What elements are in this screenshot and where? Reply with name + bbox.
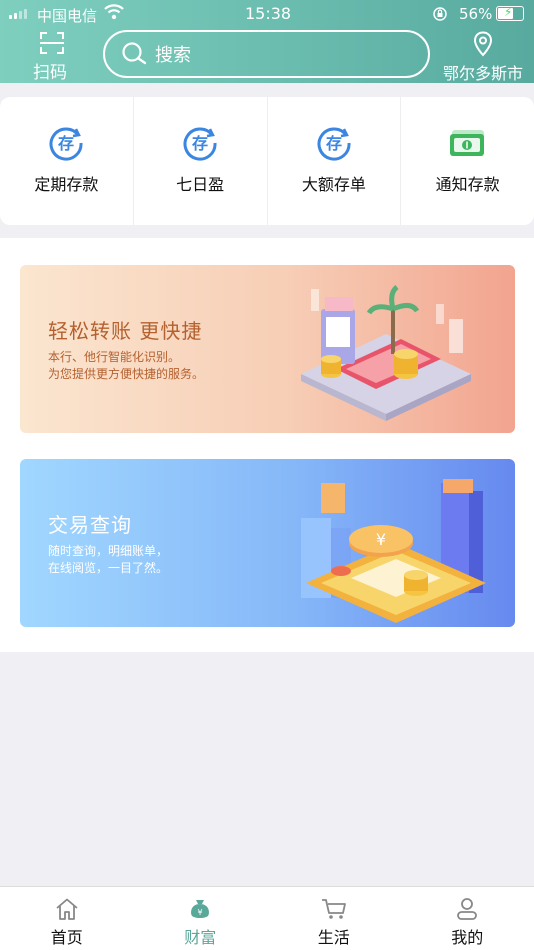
tab-wealth[interactable]: ¥ 财富: [134, 887, 268, 950]
svg-text:存: 存: [58, 134, 74, 153]
status-bar: 中国电信 15:38 56% ⚡: [0, 0, 534, 28]
quick-item-label: 通知存款: [435, 175, 500, 194]
transfer-illustration: [301, 285, 471, 421]
bottom-tab-bar: 首页 ¥ 财富 生活 我的: [0, 886, 534, 950]
svg-text:¥: ¥: [198, 908, 203, 917]
location-button[interactable]: 鄂尔多斯市: [438, 31, 528, 84]
battery-percent: 56%: [459, 5, 493, 23]
banner-subtitle-line: 本行、他行智能化识别。: [48, 350, 181, 364]
banner-subtitle: 本行、他行智能化识别。 为您提供更方便快捷的服务。: [48, 349, 204, 383]
tab-label: 财富: [184, 928, 217, 947]
quick-item-notice-deposit[interactable]: 通知存款: [401, 97, 534, 225]
deposit-icon: 存: [183, 127, 217, 161]
rotation-lock-icon: [433, 7, 447, 21]
banner-subtitle: 随时查询，明细账单， 在线阅览，一目了然。: [48, 543, 168, 577]
tab-label: 首页: [50, 928, 83, 947]
banner-title: 轻松转账 更快捷: [48, 319, 203, 343]
quick-item-large-deposit[interactable]: 存 大额存单: [268, 97, 402, 225]
deposit-icon: 存: [49, 127, 83, 161]
tab-label: 生活: [317, 928, 350, 947]
deposit-icon: 存: [317, 127, 351, 161]
banner-subtitle-line: 在线阅览，一目了然。: [48, 561, 169, 575]
banner-subtitle-line: 为您提供更方便快捷的服务。: [48, 367, 205, 381]
tab-mine[interactable]: 我的: [401, 887, 534, 950]
tab-label: 我的: [451, 928, 484, 947]
quick-menu: 存 定期存款 存 七日盈 存 大额存单 通知存款: [0, 97, 534, 225]
cart-icon: [321, 899, 346, 919]
scan-label: 扫码: [33, 63, 67, 83]
search-icon: [122, 42, 147, 65]
svg-text:¥: ¥: [376, 530, 386, 549]
svg-text:存: 存: [192, 134, 208, 153]
tab-home[interactable]: 首页: [0, 887, 134, 950]
scan-icon: [40, 32, 64, 54]
transaction-query-banner[interactable]: 交易查询 随时查询，明细账单， 在线阅览，一目了然。 ¥: [20, 459, 515, 627]
quick-item-label: 大额存单: [301, 175, 366, 194]
money-bag-icon: ¥: [191, 900, 210, 918]
banner-title: 交易查询: [48, 513, 132, 537]
quick-item-fixed-deposit[interactable]: 存 定期存款: [0, 97, 134, 225]
cash-icon: [449, 130, 484, 156]
transfer-banner[interactable]: 轻松转账 更快捷 本行、他行智能化识别。 为您提供更方便快捷的服务。: [20, 265, 515, 433]
promo-section: 轻松转账 更快捷 本行、他行智能化识别。 为您提供更方便快捷的服务。 交易查询 …: [0, 238, 534, 652]
quick-item-seven-day[interactable]: 存 七日盈: [134, 97, 268, 225]
carrier-name: 中国电信: [37, 7, 98, 25]
location-city: 鄂尔多斯市: [442, 64, 523, 83]
search-placeholder: 搜索: [155, 45, 191, 66]
quick-item-label: 七日盈: [176, 175, 225, 194]
query-illustration: ¥: [301, 479, 486, 623]
location-pin-icon: [473, 31, 493, 57]
quick-item-label: 定期存款: [34, 175, 99, 194]
top-header: 中国电信 15:38 56% ⚡ 扫码 搜索 鄂尔多斯市: [0, 0, 534, 83]
scan-button[interactable]: 扫码: [33, 30, 70, 83]
svg-text:存: 存: [326, 134, 342, 153]
home-icon: [56, 898, 78, 920]
tab-life[interactable]: 生活: [267, 887, 401, 950]
signal-icon: [9, 9, 27, 19]
status-time: 15:38: [245, 4, 292, 23]
wifi-icon: [104, 4, 124, 20]
banner-subtitle-line: 随时查询，明细账单，: [48, 544, 169, 558]
search-input[interactable]: 搜索: [103, 30, 430, 78]
battery-icon: ⚡: [496, 5, 524, 21]
user-icon: [457, 898, 478, 920]
